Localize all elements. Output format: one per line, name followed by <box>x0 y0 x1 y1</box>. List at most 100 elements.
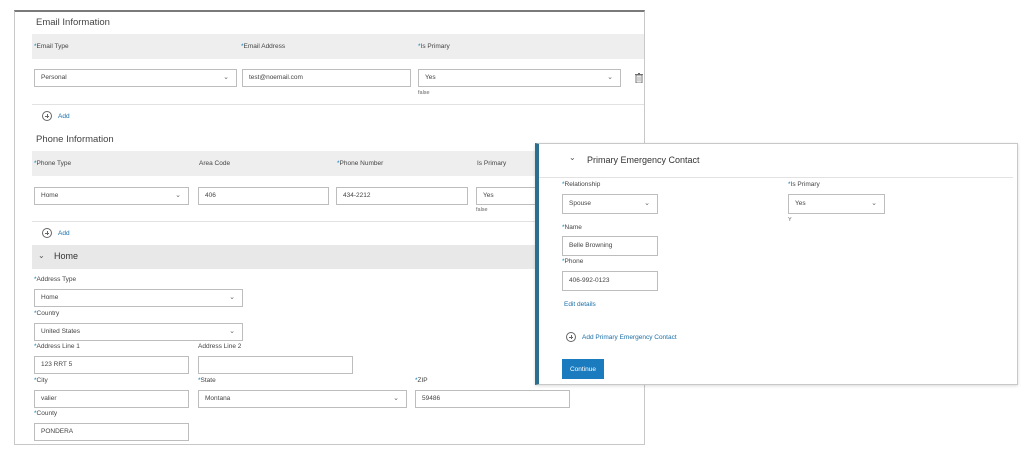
phone-is-primary-select[interactable]: Yes <box>476 187 536 205</box>
email-add-button[interactable]: Add <box>42 111 70 121</box>
phone-value: 406-992-0123 <box>569 277 610 284</box>
chevron-down-icon: ⌄ <box>223 74 229 81</box>
email-grid-header: *Email Type *Email Address *Is Primary <box>32 34 644 59</box>
phone-section-title: Phone Information <box>36 134 114 145</box>
email-type-select[interactable]: Personal ⌄ <box>34 69 237 87</box>
chevron-down-icon: ⌄ <box>607 74 613 81</box>
phone-is-primary-value: Yes <box>483 192 494 199</box>
ec-is-primary-value: Yes <box>795 200 806 207</box>
chevron-down-icon: ⌄ <box>871 200 877 207</box>
ec-is-primary-select[interactable]: Yes ⌄ <box>788 194 885 214</box>
add-circle-icon <box>42 111 52 121</box>
email-add-label: Add <box>58 112 70 120</box>
area-code-value: 406 <box>205 192 216 199</box>
chevron-down-icon: ⌄ <box>38 251 45 260</box>
relationship-label: *Relationship <box>562 181 601 188</box>
phone-is-primary-header: Is Primary <box>477 160 507 167</box>
ec-is-primary-sub: Y <box>788 217 792 223</box>
name-label-text: Name <box>564 224 582 231</box>
email-address-input[interactable]: test@noemail.com <box>242 69 411 87</box>
ec-is-primary-label-text: Is Primary <box>790 181 820 188</box>
address-line1-label-text: Address Line 1 <box>36 343 80 350</box>
country-value: United States <box>41 328 81 335</box>
email-type-header-text: Email Type <box>36 43 69 50</box>
zip-label: *ZIP <box>415 377 428 384</box>
country-select[interactable]: United States ⌄ <box>34 323 243 341</box>
ec-is-primary-label: *Is Primary <box>788 181 820 188</box>
add-emergency-contact-button[interactable]: Add Primary Emergency Contact <box>566 332 677 342</box>
emergency-contact-panel: ⌄ Primary Emergency Contact *Relationshi… <box>535 143 1018 385</box>
emergency-contact-title: Primary Emergency Contact <box>587 155 700 165</box>
address-line2-label: Address Line 2 <box>198 343 242 350</box>
phone-type-value: Home <box>41 192 59 199</box>
address-type-label: *Address Type <box>34 276 77 283</box>
email-address-value: test@noemail.com <box>249 74 303 81</box>
home-address-title: Home <box>54 251 79 261</box>
zip-label-text: ZIP <box>417 377 428 384</box>
email-is-primary-value: Yes <box>425 74 436 81</box>
county-value: PONDERA <box>41 428 74 435</box>
address-line1-input[interactable]: 123 RRT 5 <box>34 356 189 374</box>
chevron-down-icon: ⌄ <box>644 200 650 207</box>
state-label: *State <box>198 377 216 384</box>
email-section-title: Email Information <box>36 17 110 28</box>
city-input[interactable]: valier <box>34 390 189 408</box>
city-label-text: City <box>36 377 48 384</box>
continue-button[interactable]: Continue <box>562 359 604 379</box>
area-code-input[interactable]: 406 <box>198 187 329 205</box>
county-label: *County <box>34 410 58 417</box>
emergency-contact-header[interactable]: ⌄ Primary Emergency Contact <box>539 144 1013 178</box>
county-input[interactable]: PONDERA <box>34 423 189 441</box>
add-circle-icon <box>42 228 52 238</box>
state-select[interactable]: Montana ⌄ <box>198 390 407 408</box>
state-label-text: State <box>200 377 216 384</box>
email-type-value: Personal <box>41 74 67 81</box>
phone-add-label: Add <box>58 229 70 237</box>
city-label: *City <box>34 377 48 384</box>
email-address-header: *Email Address <box>241 43 286 50</box>
email-address-header-text: Email Address <box>243 43 286 50</box>
email-is-primary-select[interactable]: Yes ⌄ <box>418 69 621 87</box>
address-type-value: Home <box>41 294 59 301</box>
email-is-primary-header: *Is Primary <box>418 43 450 50</box>
phone-type-header: *Phone Type <box>34 160 72 167</box>
phone-is-primary-sub: false <box>476 207 488 213</box>
phone-input[interactable]: 406-992-0123 <box>562 271 658 291</box>
zip-input[interactable]: 59486 <box>415 390 570 408</box>
address-type-select[interactable]: Home ⌄ <box>34 289 243 307</box>
phone-label: *Phone <box>562 258 584 265</box>
email-is-primary-sub: false <box>418 90 430 96</box>
chevron-down-icon: ⌄ <box>229 328 235 335</box>
relationship-select[interactable]: Spouse ⌄ <box>562 194 658 214</box>
zip-value: 59486 <box>422 395 441 402</box>
name-input[interactable]: Belle Browning <box>562 236 658 256</box>
chevron-down-icon: ⌄ <box>175 192 181 199</box>
area-code-header: Area Code <box>199 160 231 167</box>
address-line2-input[interactable] <box>198 356 353 374</box>
phone-number-value: 434-2212 <box>343 192 371 199</box>
name-value: Belle Browning <box>569 242 613 249</box>
city-value: valier <box>41 395 57 402</box>
home-address-header[interactable]: ⌄ Home <box>32 245 552 269</box>
phone-type-select[interactable]: Home ⌄ <box>34 187 189 205</box>
name-label: *Name <box>562 224 582 231</box>
edit-details-link[interactable]: Edit details <box>564 301 596 308</box>
chevron-down-icon: ⌄ <box>569 153 576 162</box>
trash-icon[interactable] <box>635 73 643 83</box>
address-line1-value: 123 RRT 5 <box>41 361 73 368</box>
phone-number-input[interactable]: 434-2212 <box>336 187 468 205</box>
phone-type-header-text: Phone Type <box>36 160 72 167</box>
phone-number-header-text: Phone Number <box>339 160 384 167</box>
phone-number-header: *Phone Number <box>337 160 384 167</box>
phone-add-button[interactable]: Add <box>42 228 70 238</box>
add-emergency-contact-label: Add Primary Emergency Contact <box>582 333 677 341</box>
relationship-label-text: Relationship <box>564 181 601 188</box>
add-circle-icon <box>566 332 576 342</box>
chevron-down-icon: ⌄ <box>229 294 235 301</box>
address-type-label-text: Address Type <box>36 276 77 283</box>
phone-label-text: Phone <box>564 258 584 265</box>
divider <box>32 104 644 105</box>
email-is-primary-header-text: Is Primary <box>420 43 450 50</box>
divider <box>32 221 552 222</box>
state-value: Montana <box>205 395 231 402</box>
